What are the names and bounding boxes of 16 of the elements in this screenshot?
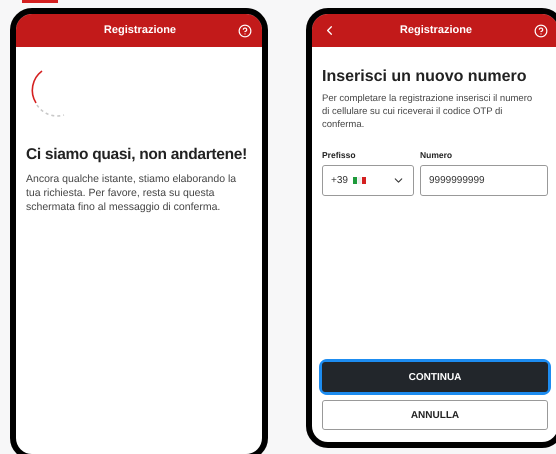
heading: Ci siamo quasi, non andartene!	[26, 145, 248, 164]
number-field[interactable]: 9999999999	[420, 164, 548, 196]
header-title: Registrazione	[400, 23, 472, 38]
heading: Inserisci un nuovo numero	[322, 67, 528, 87]
header-title: Registrazione	[104, 23, 176, 38]
cancel-button[interactable]: ANNULLA	[322, 400, 548, 430]
body-text: Ancora qualche istante, stiamo elaborando la tua richiesta. Per favore, resta su questa schermata fino al messaggio di conferma.	[26, 172, 238, 214]
field-label: Numero	[420, 149, 454, 162]
flag-icon	[352, 176, 366, 184]
logo-fragment	[22, 0, 58, 3]
field-label: Prefisso	[322, 149, 357, 162]
help-icon[interactable]	[238, 24, 252, 38]
prefix-dropdown[interactable]: +39	[322, 164, 414, 196]
continue-button[interactable]: CONTINUA	[322, 362, 548, 392]
help-icon[interactable]	[534, 24, 548, 38]
body-text: Per completare la registrazione inserisci il numero di cellulare su cui riceverai il codice OTP di conferma.	[322, 92, 534, 131]
